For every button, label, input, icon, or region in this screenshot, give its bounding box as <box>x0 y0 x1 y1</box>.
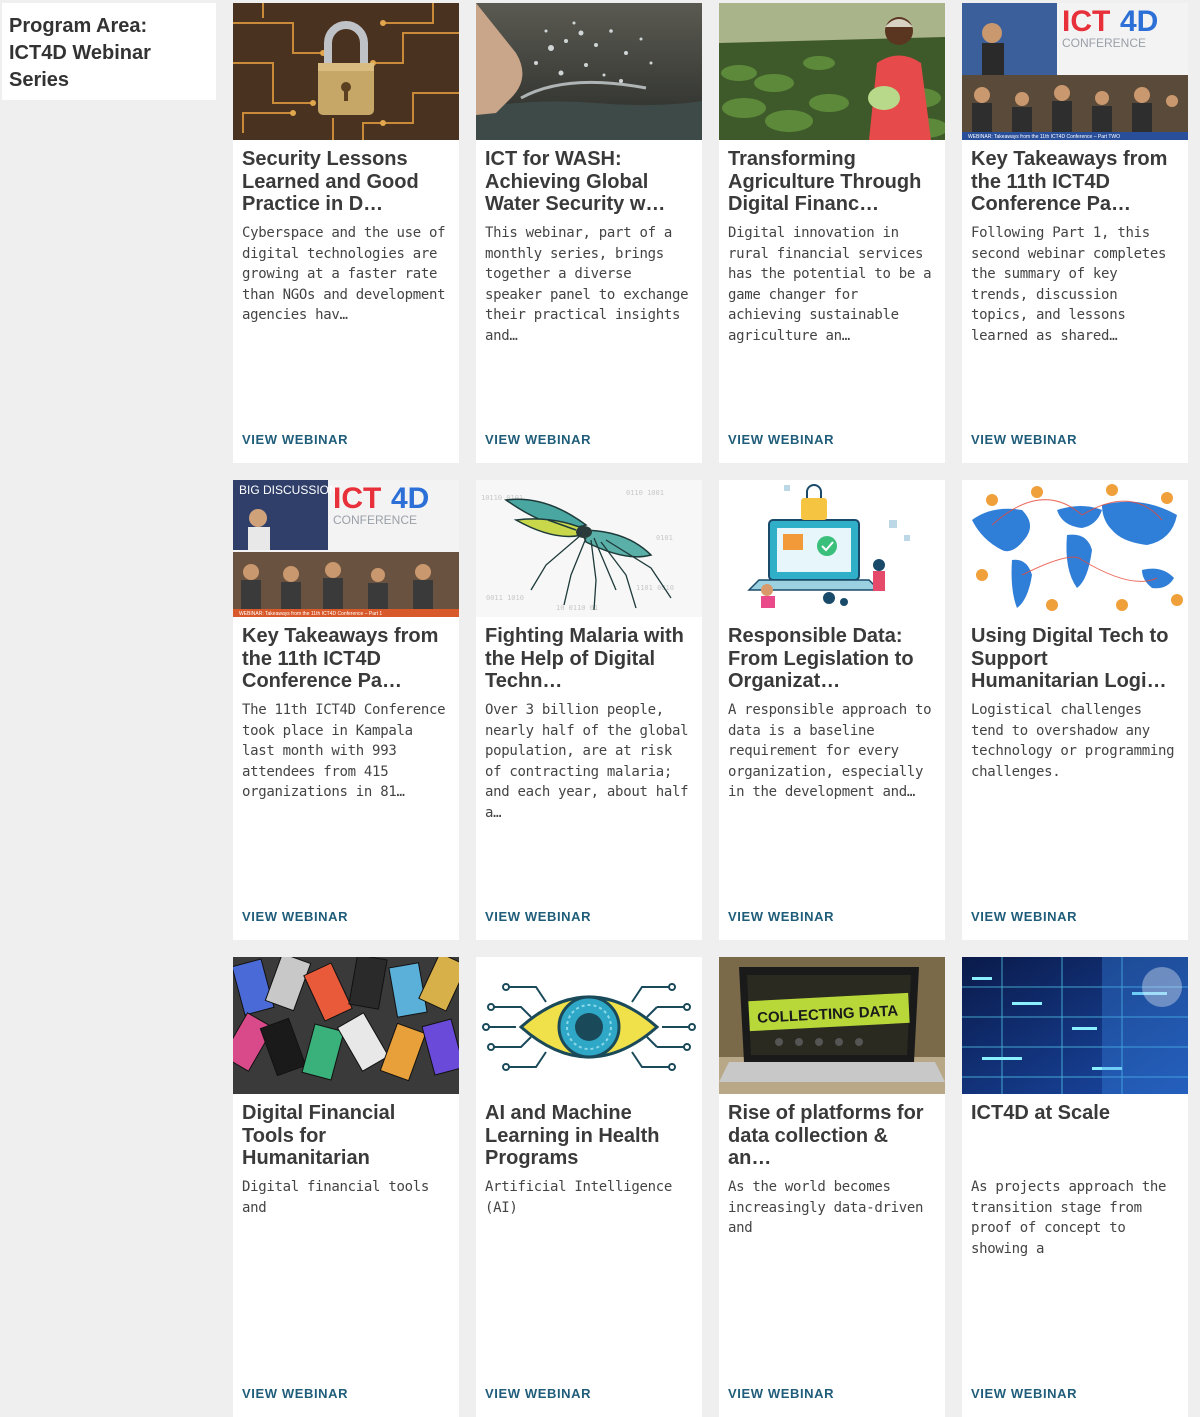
card-image-mosquito[interactable]: 10110 0101 0110 1001 0011 1010 1101 0010 1… <box>476 480 702 617</box>
view-webinar-link[interactable]: VIEW WEBINAR <box>728 909 834 924</box>
collage-4d-text: 4D <box>391 482 429 515</box>
sidebar-program-area: Program Area: ICT4D Webinar Series <box>2 3 216 100</box>
webinar-card[interactable]: ICT 4D CONFERENCE WEBINAR: Takeaways fro… <box>962 3 1188 463</box>
webinar-card[interactable]: 10110 0101 0110 1001 0011 1010 1101 0010 1… <box>476 480 702 940</box>
card-image-collecting-data[interactable]: COLLECTING DATA <box>719 957 945 1094</box>
card-image-circuit-eye[interactable] <box>476 957 702 1094</box>
data-laptop-icon <box>719 480 945 617</box>
card-description: Logistical challenges tend to overshadow… <box>971 702 1175 780</box>
view-webinar-link[interactable]: VIEW WEBINAR <box>242 1386 348 1401</box>
svg-text:0011 1010: 0011 1010 <box>486 594 524 602</box>
view-webinar-link[interactable]: VIEW WEBINAR <box>971 432 1077 447</box>
webinar-card[interactable]: Digital Financial Tools for Humanitarian… <box>233 957 459 1417</box>
card-title[interactable]: ICT4D at Scale <box>971 1102 1179 1170</box>
webinar-card[interactable]: ICT4D at Scale As projects approach the … <box>962 957 1188 1417</box>
card-title[interactable]: Key Takeaways from the 11th ICT4D Confer… <box>242 625 450 693</box>
webinar-card[interactable]: BIG DISCUSSION ICT 4D CONFERENCE WEBINAR… <box>233 480 459 940</box>
view-webinar-link[interactable]: VIEW WEBINAR <box>728 1386 834 1401</box>
card-description: Digital financial tools and <box>242 1179 429 1216</box>
card-description: As the world becomes increasingly data-d… <box>728 1179 924 1236</box>
collage-ict-text: ICT <box>1062 5 1110 38</box>
svg-text:1101 0010: 1101 0010 <box>636 584 674 592</box>
view-webinar-link[interactable]: VIEW WEBINAR <box>242 432 348 447</box>
card-image-servers[interactable] <box>962 957 1188 1094</box>
view-webinar-link[interactable]: VIEW WEBINAR <box>728 432 834 447</box>
card-title[interactable]: Using Digital Tech to Support Humanitari… <box>971 625 1179 693</box>
webinar-card[interactable]: Using Digital Tech to Support Humanitari… <box>962 480 1188 940</box>
card-title[interactable]: Rise of platforms for data collection & … <box>728 1102 936 1170</box>
webinar-card[interactable]: Responsible Data: From Legislation to Or… <box>719 480 945 940</box>
card-title[interactable]: Fighting Malaria with the Help of Digita… <box>485 625 693 693</box>
conference-collage-icon: ICT 4D CONFERENCE WEBINAR: Takeaways fro… <box>962 3 1188 140</box>
mosquito-icon: 10110 01010110 1001 0011 10101101 0010 1… <box>476 480 702 617</box>
view-webinar-link[interactable]: VIEW WEBINAR <box>242 909 348 924</box>
water-splash-icon <box>476 3 702 140</box>
program-area-title-line1: Program Area: <box>9 15 148 37</box>
card-image-world-map[interactable] <box>962 480 1188 617</box>
view-webinar-link[interactable]: VIEW WEBINAR <box>485 909 591 924</box>
conference-collage-icon: BIG DISCUSSION ICT 4D CONFERENCE WEBINAR… <box>233 480 459 617</box>
card-image-farmer[interactable] <box>719 3 945 140</box>
collage-banner-text: WEBINAR: Takeaways from the 11th ICT4D C… <box>968 134 1120 140</box>
laptop-icon: COLLECTING DATA <box>719 957 945 1094</box>
card-image-water[interactable] <box>476 3 702 140</box>
webinar-card[interactable]: COLLECTING DATA Rise of platforms for da… <box>719 957 945 1417</box>
card-description: The 11th ICT4D Conference took place in … <box>242 702 446 800</box>
program-area-title-line3: Series <box>9 69 70 91</box>
card-title[interactable]: Responsible Data: From Legislation to Or… <box>728 625 936 693</box>
collage-4d-text: 4D <box>1120 5 1158 38</box>
circuit-eye-icon <box>476 957 702 1094</box>
view-webinar-link[interactable]: VIEW WEBINAR <box>971 909 1077 924</box>
view-webinar-link[interactable]: VIEW WEBINAR <box>971 1386 1077 1401</box>
collage-banner-text: WEBINAR: Takeaways from the 11th ICT4D C… <box>239 611 382 617</box>
card-description: Artificial Intelligence (AI) <box>485 1179 672 1216</box>
svg-text:0110 1001: 0110 1001 <box>626 489 664 497</box>
collage-ict-text: ICT <box>333 482 381 515</box>
collage-conference-text: CONFERENCE <box>333 513 417 527</box>
program-area-title-line2: ICT4D Webinar <box>9 42 151 64</box>
card-image-conference[interactable]: ICT 4D CONFERENCE WEBINAR: Takeaways fro… <box>962 3 1188 140</box>
card-description: Following Part 1, this second webinar co… <box>971 225 1167 344</box>
card-title[interactable]: Transforming Agriculture Through Digital… <box>728 148 936 216</box>
card-image-padlock[interactable] <box>233 3 459 140</box>
svg-text:0101: 0101 <box>656 534 673 542</box>
view-webinar-link[interactable]: VIEW WEBINAR <box>485 432 591 447</box>
card-title[interactable]: AI and Machine Learning in Health Progra… <box>485 1102 693 1170</box>
card-description: This webinar, part of a monthly series, … <box>485 225 689 344</box>
farmer-icon <box>719 3 945 140</box>
server-lights-icon <box>962 957 1188 1094</box>
card-description: Cyberspace and the use of digital techno… <box>242 225 446 323</box>
card-title[interactable]: Key Takeaways from the 11th ICT4D Confer… <box>971 148 1179 216</box>
card-title[interactable]: Digital Financial Tools for Humanitarian… <box>242 1102 450 1170</box>
webinar-card[interactable]: Security Lessons Learned and Good Practi… <box>233 3 459 463</box>
collage-conference-text: CONFERENCE <box>1062 36 1146 50</box>
program-area-title: Program Area: ICT4D Webinar Series <box>9 13 209 94</box>
card-description: Digital innovation in rural financial se… <box>728 225 932 344</box>
webinar-card[interactable]: ICT for WASH: Achieving Global Water Sec… <box>476 3 702 463</box>
svg-text:10 0110 01: 10 0110 01 <box>556 604 598 612</box>
world-map-icon <box>962 480 1188 617</box>
webinar-card[interactable]: Transforming Agriculture Through Digital… <box>719 3 945 463</box>
card-image-data[interactable] <box>719 480 945 617</box>
card-description: As projects approach the transition stag… <box>971 1179 1167 1257</box>
webinar-grid: Security Lessons Learned and Good Practi… <box>233 3 1188 1417</box>
card-image-conference[interactable]: BIG DISCUSSION ICT 4D CONFERENCE WEBINAR… <box>233 480 459 617</box>
phones-pile-icon <box>233 957 459 1094</box>
view-webinar-link[interactable]: VIEW WEBINAR <box>485 1386 591 1401</box>
card-description: A responsible approach to data is a base… <box>728 702 932 800</box>
card-image-phones[interactable] <box>233 957 459 1094</box>
card-description: Over 3 billion people, nearly half of th… <box>485 702 689 821</box>
webinar-card[interactable]: AI and Machine Learning in Health Progra… <box>476 957 702 1417</box>
padlock-icon <box>233 3 459 140</box>
card-title[interactable]: ICT for WASH: Achieving Global Water Sec… <box>485 148 693 216</box>
big-discussion-text: BIG DISCUSSION <box>239 483 338 497</box>
card-title[interactable]: Security Lessons Learned and Good Practi… <box>242 148 450 216</box>
